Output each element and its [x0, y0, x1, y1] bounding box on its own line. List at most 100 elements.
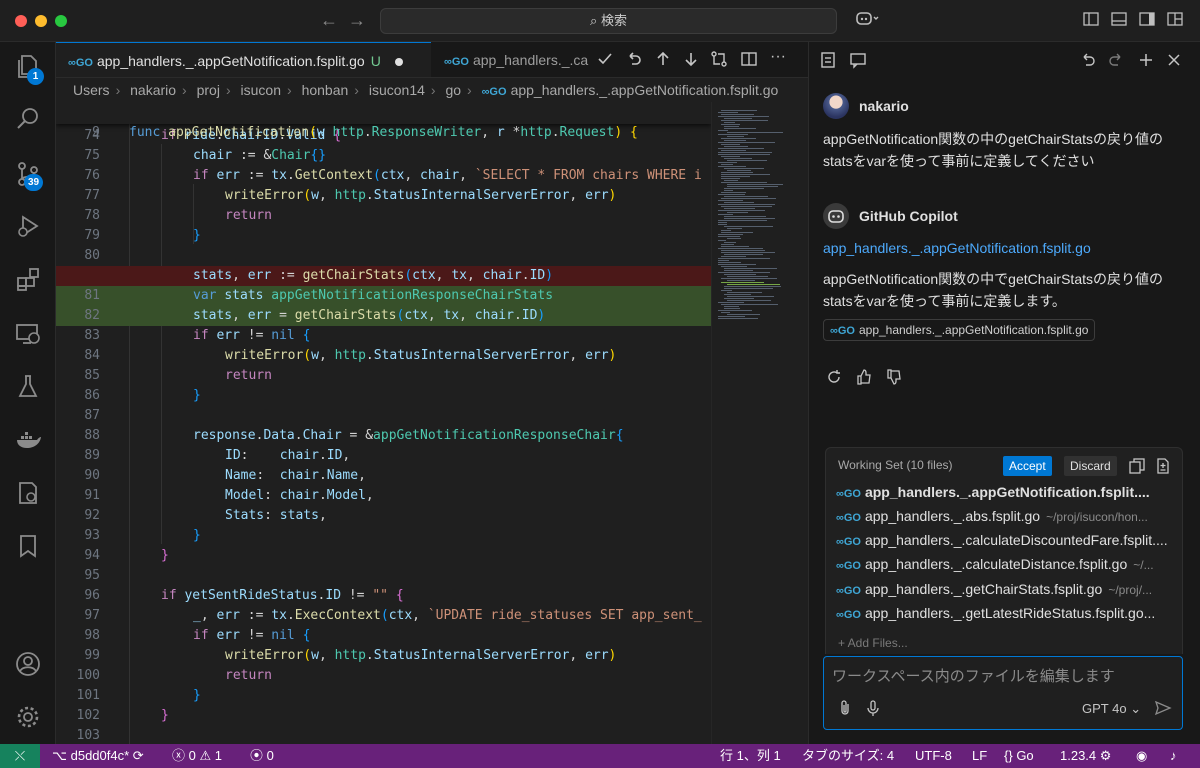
tab-appgetnotification[interactable]: ∞GO app_handlers._.appGetNotification.fsp… [56, 42, 431, 77]
breadcrumb-item[interactable]: go [445, 82, 461, 98]
minimap-line [721, 174, 770, 175]
working-set-file[interactable]: ∞GO app_handlers._.getChairStats.fsplit.g… [836, 581, 1176, 597]
add-files-button[interactable]: + Add Files... [838, 636, 908, 650]
undo-icon[interactable] [1079, 51, 1097, 69]
toggle-primary-sidebar-icon[interactable] [1082, 10, 1100, 28]
breadcrumb-item[interactable]: isucon [241, 82, 281, 98]
search-icon[interactable] [14, 105, 42, 133]
minimap-line [721, 124, 740, 125]
breadcrumb-item[interactable]: app_handlers._.appGetNotification.fsplit… [511, 82, 779, 98]
accept-button[interactable]: Accept [1003, 456, 1052, 476]
minimap-line [718, 316, 745, 317]
minimap-line [724, 158, 752, 159]
minimize-window-button[interactable] [35, 15, 47, 27]
breadcrumb-item[interactable]: nakario [130, 82, 176, 98]
breadcrumb-item[interactable]: proj [197, 82, 220, 98]
chat-input[interactable] [832, 665, 1172, 687]
code-line: 93} [84, 528, 201, 543]
file-diff-icon[interactable] [1154, 457, 1172, 475]
remote-icon[interactable] [14, 320, 42, 348]
more-actions-icon[interactable]: ··· [770, 49, 788, 68]
minimap-line [727, 228, 742, 229]
flask-icon[interactable] [14, 372, 42, 400]
working-set-file[interactable]: ∞GO app_handlers._.calculateDiscountedFar… [836, 532, 1176, 548]
account-icon[interactable] [14, 650, 42, 678]
tab-size[interactable]: タブのサイズ: 4 [802, 744, 894, 768]
minimap-line [721, 192, 746, 193]
remote-indicator[interactable]: ⤬ [0, 744, 40, 768]
arrow-down-icon[interactable] [682, 50, 700, 68]
microphone-icon[interactable] [864, 699, 882, 717]
minimap-line [721, 230, 731, 231]
zoom-window-button[interactable] [55, 15, 67, 27]
discard-button[interactable]: Discard [1064, 456, 1117, 476]
code-line: 89 ID: chair.ID, [84, 448, 351, 463]
files-icon[interactable]: 1 [14, 52, 44, 85]
docker-icon[interactable] [14, 426, 42, 454]
thumbs-down-icon[interactable] [885, 368, 903, 386]
container-icon[interactable] [14, 479, 42, 507]
problems-status[interactable]: ⓧ 0 ⚠ 1 [172, 744, 222, 768]
notifications-bell-icon[interactable]: ♪ [1170, 744, 1177, 768]
send-icon[interactable] [1154, 699, 1172, 717]
sticky-scroll-header[interactable]: 9 func appGetNotification(w http.Response… [56, 102, 711, 140]
arrow-up-icon[interactable] [654, 50, 672, 68]
retry-icon[interactable] [825, 368, 843, 386]
toggle-panel-icon[interactable] [1110, 10, 1128, 28]
arrow-left-icon[interactable]: ← [320, 10, 338, 31]
command-center-search[interactable]: ⌕ 検索 [380, 8, 837, 34]
customize-layout-icon[interactable] [1166, 10, 1184, 28]
copilot-icon[interactable] [852, 10, 882, 28]
source-control-icon[interactable]: 39 [14, 160, 44, 191]
chat-icon[interactable] [849, 51, 867, 69]
bookmark-icon[interactable] [14, 532, 42, 560]
minimap[interactable] [711, 102, 808, 744]
minimap-line [724, 180, 738, 181]
toggle-secondary-sidebar-icon[interactable] [1138, 10, 1156, 28]
model-name: GPT 4o [1082, 701, 1127, 716]
thumbs-up-icon[interactable] [855, 368, 873, 386]
compare-changes-icon[interactable] [710, 50, 728, 68]
debug-icon[interactable] [14, 212, 42, 240]
minimap-line [724, 254, 763, 255]
edited-file-link[interactable]: app_handlers._.appGetNotification.fsplit… [823, 240, 1091, 256]
split-editor-icon[interactable] [740, 50, 758, 68]
working-set-file[interactable]: ∞GO app_handlers._.getLatestRideStatus.fs… [836, 605, 1176, 621]
command-center-label: 検索 [600, 13, 627, 28]
breadcrumb-item[interactable]: honban [302, 82, 349, 98]
breadcrumb-item[interactable]: isucon14 [369, 82, 425, 98]
encoding[interactable]: UTF-8 [915, 744, 952, 768]
settings-gear-icon[interactable] [14, 703, 42, 731]
attach-icon[interactable] [836, 699, 854, 717]
close-icon[interactable] [1165, 51, 1183, 69]
arrow-right-icon[interactable]: → [348, 10, 366, 31]
go-file-icon: ∞GO [836, 488, 861, 500]
redo-icon[interactable] [1107, 51, 1125, 69]
ports-status[interactable]: ⦿ 0 [250, 744, 274, 768]
copy-icon[interactable] [1128, 457, 1146, 475]
undo-icon[interactable] [625, 50, 643, 68]
unsaved-dot-icon[interactable] [394, 58, 403, 67]
branch-status[interactable]: ⌥ d5dd0f4c* ⟳ [52, 744, 144, 768]
extensions-icon[interactable] [14, 266, 42, 294]
file-reference-chip[interactable]: ∞GO app_handlers._.appGetNotification.fsp… [823, 319, 1096, 341]
tab-calc[interactable]: ∞GO app_handlers._.ca [432, 42, 590, 77]
plus-icon[interactable] [1137, 51, 1155, 69]
check-icon[interactable] [596, 50, 614, 68]
code-line: 94} [84, 548, 169, 563]
go-version[interactable]: 1.23.4 ⚙ [1060, 744, 1111, 768]
cursor-position[interactable]: 行 1、列 1 [720, 744, 781, 768]
close-window-button[interactable] [15, 15, 27, 27]
copilot-status-icon[interactable]: ◉ [1136, 744, 1147, 768]
breadcrumb-item[interactable]: Users [73, 82, 110, 98]
line-ending[interactable]: LF [972, 744, 987, 768]
chat-input-box: GPT 4o ⌄ [823, 656, 1183, 730]
model-picker[interactable]: GPT 4o ⌄ [1082, 701, 1141, 717]
language-mode[interactable]: {} Go [1004, 744, 1034, 768]
working-set-file[interactable]: ∞GO app_handlers._.abs.fsplit.go ~/proj/is… [836, 508, 1176, 524]
minimap-line [718, 262, 741, 263]
working-set-file[interactable]: ∞GO app_handlers._.appGetNotification.fsp… [836, 484, 1176, 500]
copilot-edits-icon[interactable] [819, 51, 837, 69]
working-set-file[interactable]: ∞GO app_handlers._.calculateDistance.fspl… [836, 556, 1176, 572]
code-editor[interactable]: 9 func appGetNotification(w http.Response… [56, 102, 711, 744]
